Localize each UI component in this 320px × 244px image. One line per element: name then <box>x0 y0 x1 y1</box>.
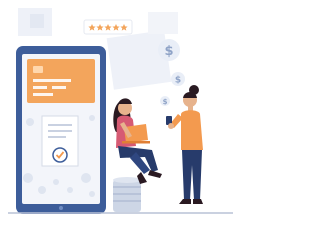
payment-card <box>27 59 95 103</box>
finance-illustration: $ $ $ <box>0 0 241 244</box>
dollar-coin-icon: $ <box>158 39 180 61</box>
receipt-document <box>41 115 79 167</box>
rating-card <box>83 19 133 35</box>
seated-woman <box>113 98 162 184</box>
dollar-coin-icon: $ <box>160 96 170 106</box>
coin-stack <box>113 177 141 212</box>
svg-text:$: $ <box>163 98 168 106</box>
standing-woman <box>166 85 203 204</box>
check-icon <box>52 147 68 163</box>
dollar-coin-icon: $ <box>171 72 185 86</box>
phone-icon <box>16 46 106 214</box>
svg-text:$: $ <box>164 44 173 59</box>
svg-text:$: $ <box>175 76 181 86</box>
